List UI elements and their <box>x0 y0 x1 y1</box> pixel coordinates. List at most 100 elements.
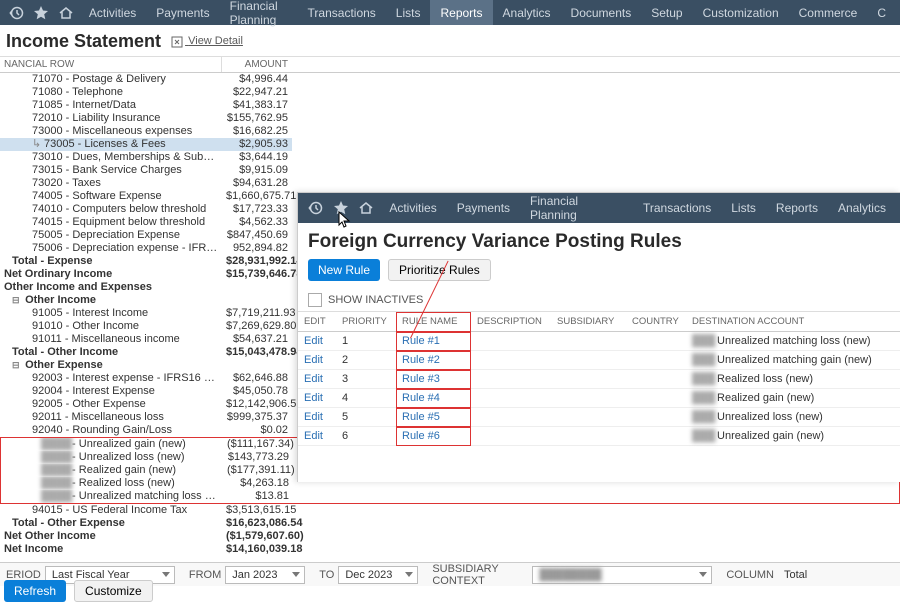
rule-name-link[interactable]: Rule #5 <box>396 408 471 427</box>
nav-item-c[interactable]: C <box>867 0 896 25</box>
history-icon[interactable] <box>6 2 27 24</box>
nav-item-documents[interactable]: Documents <box>561 0 642 25</box>
row-amount: $22,947.21 <box>222 86 292 99</box>
row-label: 92003 - Interest expense - IFRS16 non ca… <box>32 372 222 384</box>
row-label: 73005 - Licenses & Fees <box>44 138 166 150</box>
row-amount: $94,631.28 <box>222 177 292 190</box>
nav-item-financial-planning[interactable]: Financial Planning <box>220 0 298 25</box>
to-select[interactable]: Dec 2023 <box>338 566 418 584</box>
report-row[interactable]: 73010 - Dues, Memberships & Subscription… <box>0 151 900 164</box>
nav-item-customization[interactable]: Customization <box>693 0 789 25</box>
customize-button[interactable]: Customize <box>74 580 153 602</box>
row-label: Other Expense <box>25 359 103 371</box>
overlay-nav-payments[interactable]: Payments <box>447 196 520 221</box>
rule-name-link[interactable]: Rule #6 <box>396 427 471 446</box>
row-amount: $999,375.37 <box>222 411 292 424</box>
row-amount: ($111,167.34) <box>223 438 293 451</box>
rule-name-link[interactable]: Rule #1 <box>396 332 471 351</box>
destination-cell: ███ Unrealized matching loss (new) <box>686 332 900 351</box>
col-amount-header: AMOUNT <box>222 57 292 72</box>
priority-cell: 1 <box>336 332 396 351</box>
nav-item-reports[interactable]: Reports <box>430 0 492 25</box>
row-amount: $13.81 <box>223 490 293 503</box>
collapse-icon[interactable]: ⊟ <box>12 359 22 372</box>
destination-cell: ███ Realized loss (new) <box>686 370 900 389</box>
overlay-nav-lists[interactable]: Lists <box>721 196 766 221</box>
nav-item-activities[interactable]: Activities <box>79 0 146 25</box>
report-row[interactable]: 73015 - Bank Service Charges$9,915.09 <box>0 164 900 177</box>
report-row[interactable]: ↳73005 - Licenses & Fees$2,905.93 <box>0 138 900 151</box>
star-icon[interactable] <box>330 197 352 219</box>
rule-name-link[interactable]: Rule #2 <box>396 351 471 370</box>
report-row[interactable]: 73020 - Taxes$94,631.28 <box>0 177 900 190</box>
overlay-button-row: New Rule Prioritize Rules <box>298 259 900 289</box>
row-label: 71070 - Postage & Delivery <box>32 73 166 85</box>
description-cell <box>471 408 551 427</box>
row-label: 74010 - Computers below threshold <box>32 203 206 215</box>
rules-col-rule-name: RULE NAME <box>396 312 471 332</box>
overlay-nav-analytics[interactable]: Analytics <box>828 196 896 221</box>
overlay-nav-activities[interactable]: Activities <box>379 196 446 221</box>
rule-name-link[interactable]: Rule #4 <box>396 389 471 408</box>
report-row[interactable]: ████ - Unrealized matching loss (new)$13… <box>1 490 899 503</box>
report-row[interactable]: Total - Other Expense$16,623,086.54 <box>0 517 900 530</box>
rules-row: Edit6Rule #6███ Unrealized gain (new) <box>298 427 900 446</box>
row-label: 92011 - Miscellaneous loss <box>32 411 164 423</box>
nav-item-analytics[interactable]: Analytics <box>493 0 561 25</box>
star-icon[interactable] <box>31 2 52 24</box>
from-select[interactable]: Jan 2023 <box>225 566 305 584</box>
subsidiary-cell <box>551 427 626 446</box>
report-row[interactable]: 71070 - Postage & Delivery$4,996.44 <box>0 73 900 86</box>
main-topnav: ActivitiesPaymentsFinancial PlanningTran… <box>0 0 900 25</box>
rule-name-link[interactable]: Rule #3 <box>396 370 471 389</box>
report-row[interactable]: 73000 - Miscellaneous expenses$16,682.25 <box>0 125 900 138</box>
destination-cell: ███ Unrealized matching gain (new) <box>686 351 900 370</box>
description-cell <box>471 389 551 408</box>
edit-link[interactable]: Edit <box>298 427 336 446</box>
nav-item-transactions[interactable]: Transactions <box>298 0 386 25</box>
row-amount: ($177,391.11) <box>223 464 293 477</box>
new-rule-button[interactable]: New Rule <box>308 259 380 281</box>
row-label: Net Income <box>4 543 63 555</box>
row-amount: $9,915.09 <box>222 164 292 177</box>
column-select[interactable]: Total <box>778 566 888 584</box>
row-amount: $4,562.33 <box>222 216 292 229</box>
report-row[interactable]: 71080 - Telephone$22,947.21 <box>0 86 900 99</box>
refresh-button[interactable]: Refresh <box>4 580 66 602</box>
home-icon[interactable] <box>356 197 378 219</box>
edit-link[interactable]: Edit <box>298 332 336 351</box>
nav-item-commerce[interactable]: Commerce <box>789 0 868 25</box>
overlay-nav-financial-planning[interactable]: Financial Planning <box>520 196 633 221</box>
report-row[interactable]: 71085 - Internet/Data$41,383.17 <box>0 99 900 112</box>
history-icon[interactable] <box>304 197 326 219</box>
subsidiary-cell <box>551 370 626 389</box>
subsidiary-cell <box>551 332 626 351</box>
subctx-select[interactable]: ████████ <box>532 566 712 584</box>
overlay-title: Foreign Currency Variance Posting Rules <box>308 231 890 253</box>
collapse-icon[interactable]: ⊟ <box>12 294 22 307</box>
rules-col-description: DESCRIPTION <box>471 312 551 332</box>
column-label: COLUMN <box>726 569 774 581</box>
edit-link[interactable]: Edit <box>298 408 336 427</box>
report-row[interactable]: Net Income$14,160,039.18 <box>0 543 900 556</box>
overlay-nav-reports[interactable]: Reports <box>766 196 828 221</box>
home-icon[interactable] <box>56 2 77 24</box>
report-row[interactable]: 72010 - Liability Insurance$155,762.95 <box>0 112 900 125</box>
overlay-title-row: Foreign Currency Variance Posting Rules <box>298 223 900 259</box>
row-label: - Unrealized gain (new) <box>69 438 186 450</box>
subsidiary-cell <box>551 389 626 408</box>
edit-link[interactable]: Edit <box>298 351 336 370</box>
show-inactives-checkbox[interactable] <box>308 293 322 307</box>
nav-item-setup[interactable]: Setup <box>641 0 692 25</box>
report-row[interactable]: Net Other Income($1,579,607.60) <box>0 530 900 543</box>
nav-item-payments[interactable]: Payments <box>146 0 219 25</box>
view-detail-link[interactable]: View Detail <box>171 35 243 47</box>
row-amount: $54,637.21 <box>222 333 292 346</box>
report-row[interactable]: 94015 - US Federal Income Tax$3,513,615.… <box>0 504 900 517</box>
country-cell <box>626 427 686 446</box>
edit-link[interactable]: Edit <box>298 389 336 408</box>
nav-item-lists[interactable]: Lists <box>386 0 431 25</box>
edit-link[interactable]: Edit <box>298 370 336 389</box>
overlay-nav-transactions[interactable]: Transactions <box>633 196 721 221</box>
priority-cell: 2 <box>336 351 396 370</box>
